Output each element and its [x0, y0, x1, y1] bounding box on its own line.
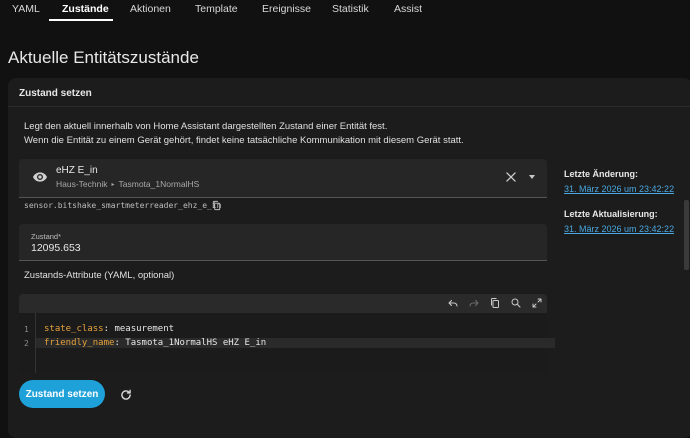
entity-picker[interactable]: eHZ E_in Haus-Technik ▸ Tasmota_1NormalHS [19, 159, 547, 198]
entity-device: Tasmota_1NormalHS [118, 179, 200, 189]
last-updated-link[interactable]: 31. März 2026 um 23:42:22 [564, 224, 674, 234]
undo-icon[interactable] [447, 297, 459, 309]
last-changed-link[interactable]: 31. März 2026 um 23:42:22 [564, 184, 674, 194]
entity-area: Haus-Technik [56, 179, 108, 189]
eye-icon [33, 172, 47, 182]
entity-name: eHZ E_in [56, 165, 98, 176]
last-updated-label: Letzte Aktualisierung: [564, 209, 658, 219]
chevron-right-icon: ▸ [111, 182, 115, 188]
line-number: 1 [24, 325, 29, 334]
copy-code-icon[interactable] [489, 297, 501, 309]
card-title: Zustand setzen [19, 88, 92, 99]
card-description-line1: Legt den aktuell innerhalb von Home Assi… [24, 121, 388, 132]
attributes-label: Zustands-Attribute (YAML, optional) [24, 270, 175, 281]
tab-bar: YAML Zustände Aktionen Template Ereignis… [0, 0, 690, 21]
entity-id: sensor.bitshake_smartmeterreader_ehz_e_i… [24, 201, 222, 210]
redo-icon[interactable] [468, 297, 480, 309]
chevron-down-icon[interactable] [529, 175, 535, 179]
card-divider [8, 106, 690, 107]
page-title: Aktuelle Entitätszustände [8, 48, 199, 67]
yaml-key: state_class [44, 324, 104, 334]
yaml-value: Tasmota_1NormalHS eHZ E_in [125, 338, 267, 348]
yaml-value: measurement [114, 324, 175, 334]
card-description-line2: Wenn die Entität zu einem Gerät gehört, … [24, 135, 464, 146]
state-input-label: Zustand* [31, 232, 62, 241]
state-input[interactable]: Zustand* 12095.653 [19, 224, 547, 261]
tab-events[interactable]: Ereignisse [262, 0, 311, 20]
fullscreen-icon[interactable] [531, 297, 543, 309]
refresh-icon[interactable] [119, 388, 133, 402]
code-editor-toolbar [19, 294, 547, 313]
yaml-editor[interactable]: 1 2 state_class: measurement friendly_na… [19, 313, 555, 373]
tab-actions[interactable]: Aktionen [130, 0, 171, 20]
tab-yaml[interactable]: YAML [12, 0, 40, 20]
set-state-button[interactable]: Zustand setzen [19, 380, 105, 408]
active-tab-indicator [49, 19, 113, 21]
search-replace-icon[interactable] [510, 297, 522, 309]
line-number: 2 [24, 339, 29, 348]
tab-states[interactable]: Zustände [62, 0, 109, 20]
state-input-value[interactable]: 12095.653 [31, 242, 81, 254]
tab-template[interactable]: Template [195, 0, 238, 20]
code-line: state_class: measurement [44, 324, 175, 334]
last-changed-label: Letzte Änderung: [564, 169, 638, 179]
yaml-key: friendly_name [44, 338, 115, 348]
tab-assist[interactable]: Assist [394, 0, 422, 20]
copy-icon[interactable] [211, 200, 222, 211]
scrollbar[interactable] [684, 200, 689, 270]
code-line-active: friendly_name: Tasmota_1NormalHS eHZ E_i… [36, 338, 555, 348]
close-icon[interactable] [504, 170, 518, 184]
tab-statistics[interactable]: Statistik [332, 0, 369, 20]
entity-context: Haus-Technik ▸ Tasmota_1NormalHS [56, 179, 199, 189]
